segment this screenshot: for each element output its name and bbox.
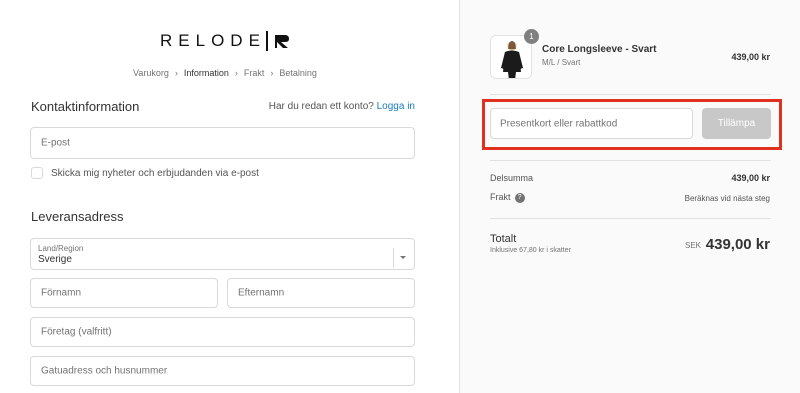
email-field[interactable]: E-post [30, 127, 415, 159]
chevron-right-icon: › [234, 68, 238, 78]
breadcrumb-information: Information [183, 68, 229, 78]
company-placeholder: Företag (valfritt) [41, 326, 112, 338]
first-name-placeholder: Förnamn [41, 287, 82, 299]
login-prompt: Har du redan ett konto? Logga in [269, 101, 415, 112]
currency-code: SEK [684, 241, 701, 250]
subtotal-value: 439,00 kr [731, 173, 770, 183]
country-value: Sverige [38, 254, 72, 265]
discount-placeholder: Presentkort eller rabattkod [500, 118, 618, 129]
divider [490, 218, 771, 219]
total-value: 439,00 kr [705, 236, 770, 253]
shipping-value: Beräknas vid nästa steg [684, 194, 770, 203]
order-summary: 1 Core Longsleeve - Svart M/L / Svart 43… [459, 0, 800, 393]
tax-note: Inklusive 67,80 kr i skatter [490, 247, 571, 254]
logo-text: RELODE [160, 31, 266, 50]
divider [490, 160, 771, 161]
quantity-badge: 1 [524, 29, 539, 44]
checkout-main: RELODE Varukorg › Information › Frakt › … [0, 0, 459, 393]
apply-discount-button[interactable]: Tillämpa [702, 108, 771, 139]
logo-mark-icon [274, 35, 289, 48]
logo-divider [265, 31, 268, 51]
breadcrumb: Varukorg › Information › Frakt › Betalni… [133, 68, 317, 78]
address-field[interactable]: Gatuadress och husnummer [30, 356, 415, 386]
first-name-field[interactable]: Förnamn [30, 278, 218, 308]
shipping-row-label: Frakt? [490, 192, 525, 203]
shipping-label: Frakt [490, 192, 511, 202]
email-placeholder: E-post [41, 137, 70, 149]
product-price: 439,00 kr [731, 52, 770, 62]
chevron-down-icon [400, 256, 406, 259]
select-divider [393, 248, 394, 268]
last-name-field[interactable]: Efternamn [227, 278, 415, 308]
chevron-right-icon: › [270, 68, 274, 78]
product-variant: M/L / Svart [542, 58, 581, 67]
login-link[interactable]: Logga in [377, 101, 415, 112]
newsletter-checkbox[interactable] [31, 167, 43, 179]
address-placeholder: Gatuadress och husnummer [41, 365, 168, 377]
help-icon[interactable]: ? [514, 192, 525, 203]
breadcrumb-payment: Betalning [279, 68, 317, 78]
last-name-placeholder: Efternamn [238, 287, 285, 299]
subtotal-label: Delsumma [490, 173, 534, 183]
breadcrumb-cart[interactable]: Varukorg [133, 68, 169, 78]
contact-title: Kontaktinformation [31, 99, 140, 114]
country-select[interactable]: Land/Region Sverige [30, 238, 415, 270]
breadcrumb-shipping: Frakt [243, 68, 265, 78]
shipping-title: Leveransadress [31, 209, 124, 224]
divider [490, 94, 771, 95]
company-field[interactable]: Företag (valfritt) [30, 317, 415, 347]
newsletter-option[interactable]: Skicka mig nyheter och erbjudanden via e… [31, 167, 259, 179]
product-photo-icon [491, 36, 531, 78]
total-label: Totalt [490, 233, 517, 245]
login-prompt-text: Har du redan ett konto? [268, 101, 374, 112]
chevron-right-icon: › [174, 68, 178, 78]
product-name: Core Longsleeve - Svart [542, 44, 657, 55]
brand-logo[interactable]: RELODE [160, 30, 292, 52]
country-label: Land/Region [38, 244, 84, 253]
newsletter-label: Skicka mig nyheter och erbjudanden via e… [51, 167, 259, 179]
discount-code-input[interactable]: Presentkort eller rabattkod [490, 108, 693, 139]
